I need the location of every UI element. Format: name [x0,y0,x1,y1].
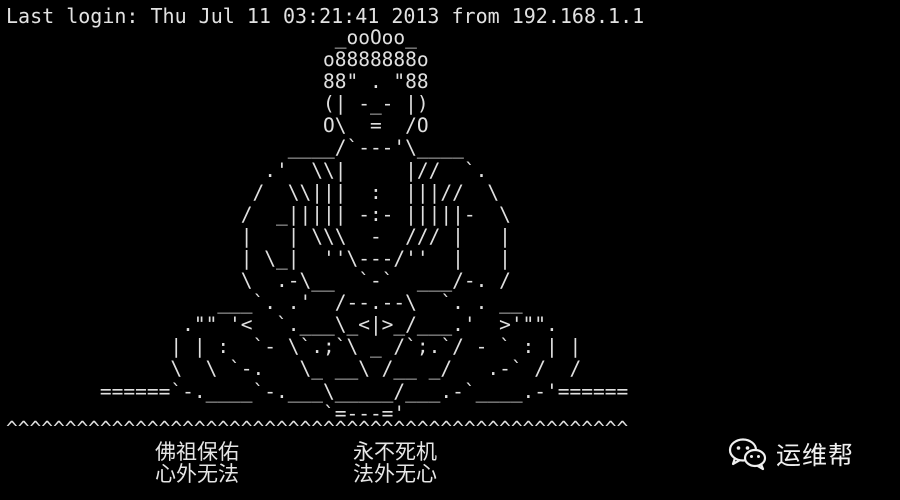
verse-right-line-2: 法外无心 [353,462,437,486]
art-line: _ooOoo_ [6,26,417,49]
watermark: 运维帮 [728,436,854,472]
art-line: ____/`---'\____ [6,136,464,160]
art-line: O\ = /O [6,114,429,138]
terminal-window[interactable]: Last login: Thu Jul 11 03:21:41 2013 fro… [0,0,900,500]
art-line: .' \\| |// `. [6,158,488,182]
art-line: / _||||| -:- |||||- \ [6,202,511,226]
caret-divider: ^^^^^^^^^^^^^^^^^^^^^^^^^^^^^^^^^^^^^^^^… [6,417,629,440]
wechat-icon [728,438,767,471]
buddha-ascii-art: _ooOoo_ o8888888o 88" . "88 (| -_- |) O\… [6,26,629,425]
art-line: o8888888o [6,48,429,72]
art-line: | \_| ''\---/'' | | [6,246,511,270]
verse-left-line-1: 佛祖保佑 [155,440,239,464]
art-line: / \\||| : |||// \ [6,180,500,204]
art-line: ======`-.____`-.___\_____/___.-`____.-'=… [6,379,629,403]
verse-right-line-1: 永不死机 [353,440,437,464]
watermark-label: 运维帮 [776,441,855,470]
verse-left-line-2: 心外无法 [155,462,239,486]
art-line: \ .-\__ `-` ___/-. / [6,269,511,293]
art-line: ."" '< `.___\_<|>_/___.' >'"". [6,313,558,337]
art-line: ___`. .' /--.--\ `. . __ [6,291,523,315]
art-line: (| -_- |) [6,92,429,116]
art-line: | | \\\ - /// | | [6,224,511,248]
login-message: Last login: Thu Jul 11 03:21:41 2013 fro… [6,4,645,28]
art-line: 88" . "88 [6,70,429,94]
art-line: \ \ `-. \_ __\ /__ _/ .-` / / [6,357,582,381]
art-line: | | : `- \`.;`\ _ /`;.`/ - ` : | | [6,335,582,359]
